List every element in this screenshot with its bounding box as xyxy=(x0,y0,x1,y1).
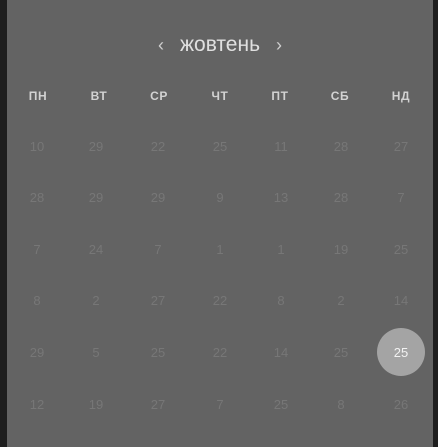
day-cell[interactable]: 2 xyxy=(317,276,365,324)
day-cell[interactable]: 8 xyxy=(13,276,61,324)
day-cell[interactable]: 13 xyxy=(257,173,305,221)
day-cell[interactable]: 14 xyxy=(257,328,305,376)
day-cell[interactable]: 26 xyxy=(377,380,425,428)
day-grid: 10 29 22 25 11 28 27 28 29 29 9 13 28 7 7 24 7 1 1 19 25 8 2 27… xyxy=(7,120,433,430)
next-month-chevron-right-icon[interactable]: › xyxy=(267,29,291,61)
weekday-label: ВТ xyxy=(90,89,108,103)
day-cell[interactable]: 25 xyxy=(317,328,365,376)
day-cell[interactable]: 25 xyxy=(257,380,305,428)
day-cell[interactable]: 25 xyxy=(134,328,182,376)
day-cell[interactable]: 24 xyxy=(72,225,120,273)
day-cell[interactable]: 7 xyxy=(13,225,61,273)
day-cell[interactable]: 29 xyxy=(72,122,120,170)
day-cell[interactable]: 11 xyxy=(257,122,305,170)
day-cell[interactable]: 27 xyxy=(377,122,425,170)
day-cell[interactable]: 29 xyxy=(72,173,120,221)
calendar-header: ‹ жовтень › xyxy=(7,28,433,62)
day-cell[interactable]: 22 xyxy=(196,328,244,376)
day-cell[interactable]: 1 xyxy=(257,225,305,273)
day-cell[interactable]: 7 xyxy=(196,380,244,428)
day-cell[interactable]: 25 xyxy=(377,225,425,273)
day-cell[interactable]: 28 xyxy=(13,173,61,221)
day-cell[interactable]: 25 xyxy=(196,122,244,170)
day-cell[interactable]: 27 xyxy=(134,276,182,324)
weekday-label: ПН xyxy=(28,89,48,103)
day-cell[interactable]: 22 xyxy=(196,276,244,324)
weekday-label: ПТ xyxy=(271,89,289,103)
day-cell[interactable]: 9 xyxy=(196,173,244,221)
day-cell[interactable]: 8 xyxy=(317,380,365,428)
day-cell[interactable]: 28 xyxy=(317,173,365,221)
day-cell[interactable]: 1 xyxy=(196,225,244,273)
calendar-panel: ‹ жовтень › ПН ВТ СР ЧТ ПТ СБ НД 10 29 22 2… xyxy=(7,0,433,447)
day-cell[interactable]: 7 xyxy=(134,225,182,273)
weekday-header-row: ПН ВТ СР ЧТ ПТ СБ НД xyxy=(7,86,433,106)
selected-day-cell[interactable]: 25 xyxy=(377,328,425,376)
day-cell[interactable]: 8 xyxy=(257,276,305,324)
day-cell[interactable]: 28 xyxy=(317,122,365,170)
day-cell[interactable]: 22 xyxy=(134,122,182,170)
day-cell[interactable]: 7 xyxy=(377,173,425,221)
day-cell[interactable]: 19 xyxy=(72,380,120,428)
weekday-label: ЧТ xyxy=(211,89,229,103)
day-cell[interactable]: 12 xyxy=(13,380,61,428)
weekday-label: СБ xyxy=(330,89,350,103)
calendar-window: ‹ жовтень › ПН ВТ СР ЧТ ПТ СБ НД 10 29 22 2… xyxy=(0,0,438,447)
day-cell[interactable]: 10 xyxy=(13,122,61,170)
day-cell[interactable]: 29 xyxy=(13,328,61,376)
weekday-label: НД xyxy=(391,89,411,103)
weekday-label: СР xyxy=(150,89,168,103)
day-cell[interactable]: 19 xyxy=(317,225,365,273)
day-cell[interactable]: 27 xyxy=(134,380,182,428)
day-cell[interactable]: 29 xyxy=(134,173,182,221)
day-cell[interactable]: 2 xyxy=(72,276,120,324)
day-cell[interactable]: 14 xyxy=(377,276,425,324)
month-title: жовтень xyxy=(179,33,261,56)
prev-month-chevron-left-icon[interactable]: ‹ xyxy=(149,29,173,61)
day-cell[interactable]: 5 xyxy=(72,328,120,376)
